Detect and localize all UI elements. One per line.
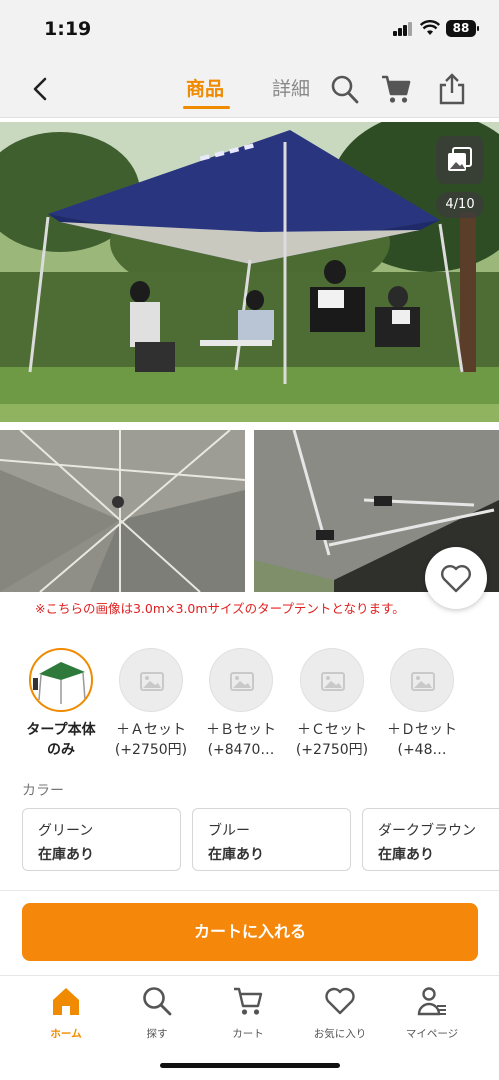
battery-indicator: 88 xyxy=(446,20,479,37)
thumbnail-canopy-underside[interactable] xyxy=(0,430,245,592)
variation-name: ＋Ｂセット xyxy=(206,722,276,738)
tent-photo: ▬ ▬ ▬ ▬ xyxy=(0,122,499,422)
product-main-image[interactable]: ▬ ▬ ▬ ▬ 4/10 xyxy=(0,122,499,422)
placeholder-image-icon xyxy=(119,648,183,712)
variation-name: タープ本体 xyxy=(26,722,96,738)
add-to-cart-button[interactable]: カートに入れる xyxy=(22,903,478,961)
bottom-nav-search[interactable]: 探す xyxy=(112,984,202,1041)
search-icon[interactable] xyxy=(329,72,361,106)
status-bar: 1:19 88 xyxy=(0,0,499,60)
stock-status: 在庫あり xyxy=(208,847,264,863)
stock-status: 在庫あり xyxy=(378,847,434,863)
bottom-nav-favorites[interactable]: お気に入り xyxy=(295,984,385,1041)
stock-status: 在庫あり xyxy=(38,847,94,863)
gallery-button[interactable] xyxy=(436,136,484,184)
color-name: グリーン xyxy=(38,823,94,839)
cart-icon[interactable] xyxy=(380,72,412,106)
variation-selector: タープ本体 のみ ＋Ａセット (+2750円) ＋Ｂセット (+8470… ＋Ｃ… xyxy=(0,640,499,765)
bottom-nav-label: マイページ xyxy=(405,1028,459,1040)
variation-price: (+48… xyxy=(397,742,447,758)
variation-price: (+2750円) xyxy=(295,742,369,758)
placeholder-image-icon xyxy=(300,648,364,712)
status-time: 1:19 xyxy=(44,18,92,40)
favorite-button[interactable] xyxy=(425,547,487,609)
placeholder-image-icon xyxy=(209,648,273,712)
variation-name: ＋Ｃセット xyxy=(297,722,367,738)
variation-name: ＋Ａセット xyxy=(116,722,186,738)
top-nav: 商品 詳細 xyxy=(0,60,499,118)
placeholder-image-icon xyxy=(390,648,454,712)
home-indicator xyxy=(160,1063,340,1068)
variation-set-d[interactable]: ＋Ｄセット (+48… xyxy=(377,648,467,760)
cart-icon xyxy=(234,987,263,1015)
variation-thumbnail xyxy=(29,648,93,712)
bottom-nav-mypage[interactable]: マイページ xyxy=(387,984,477,1041)
color-option-green[interactable]: グリーン 在庫あり xyxy=(22,808,181,871)
bottom-nav-label: 探す xyxy=(146,1028,168,1040)
variation-set-a[interactable]: ＋Ａセット (+2750円) xyxy=(106,648,196,760)
color-option-dark-brown[interactable]: ダークブラウン 在庫あり xyxy=(362,808,499,871)
bottom-nav-home[interactable]: ホーム xyxy=(21,984,111,1041)
search-icon xyxy=(143,987,172,1016)
wifi-icon xyxy=(420,20,440,35)
variation-name: ＋Ｄセット xyxy=(387,722,457,738)
home-icon xyxy=(53,988,79,1015)
bottom-nav-label: お気に入り xyxy=(313,1028,367,1040)
color-section-label: カラー xyxy=(22,783,64,799)
bottom-nav-label: カート xyxy=(232,1028,264,1040)
bottom-nav-label: ホーム xyxy=(50,1028,82,1040)
variation-price: (+8470… xyxy=(207,742,275,758)
image-counter: 4/10 xyxy=(436,192,484,218)
size-notice: ※こちらの画像は3.0m×3.0mサイズのタープテントとなります。 xyxy=(35,601,405,616)
heart-icon xyxy=(325,987,355,1015)
color-option-blue[interactable]: ブルー 在庫あり xyxy=(192,808,351,871)
variation-set-c[interactable]: ＋Ｃセット (+2750円) xyxy=(287,648,377,760)
back-chevron-icon[interactable] xyxy=(28,75,52,103)
color-name: ブルー xyxy=(208,823,250,839)
user-icon xyxy=(417,987,446,1016)
variation-set-b[interactable]: ＋Ｂセット (+8470… xyxy=(196,648,286,760)
variation-tarp-body[interactable]: タープ本体 のみ xyxy=(16,648,106,760)
image-gallery-icon xyxy=(448,147,472,171)
tab-active-indicator xyxy=(183,106,230,109)
bottom-nav-cart[interactable]: カート xyxy=(203,984,293,1041)
divider xyxy=(0,890,499,891)
color-name: ダークブラウン xyxy=(378,823,476,839)
signal-icon xyxy=(393,22,413,36)
share-icon[interactable] xyxy=(436,72,468,106)
heart-icon xyxy=(441,565,471,593)
tab-detail[interactable]: 詳細 xyxy=(272,74,310,101)
variation-price: (+2750円) xyxy=(114,742,188,758)
variation-price: のみ xyxy=(47,742,75,758)
tab-product[interactable]: 商品 xyxy=(186,74,224,101)
